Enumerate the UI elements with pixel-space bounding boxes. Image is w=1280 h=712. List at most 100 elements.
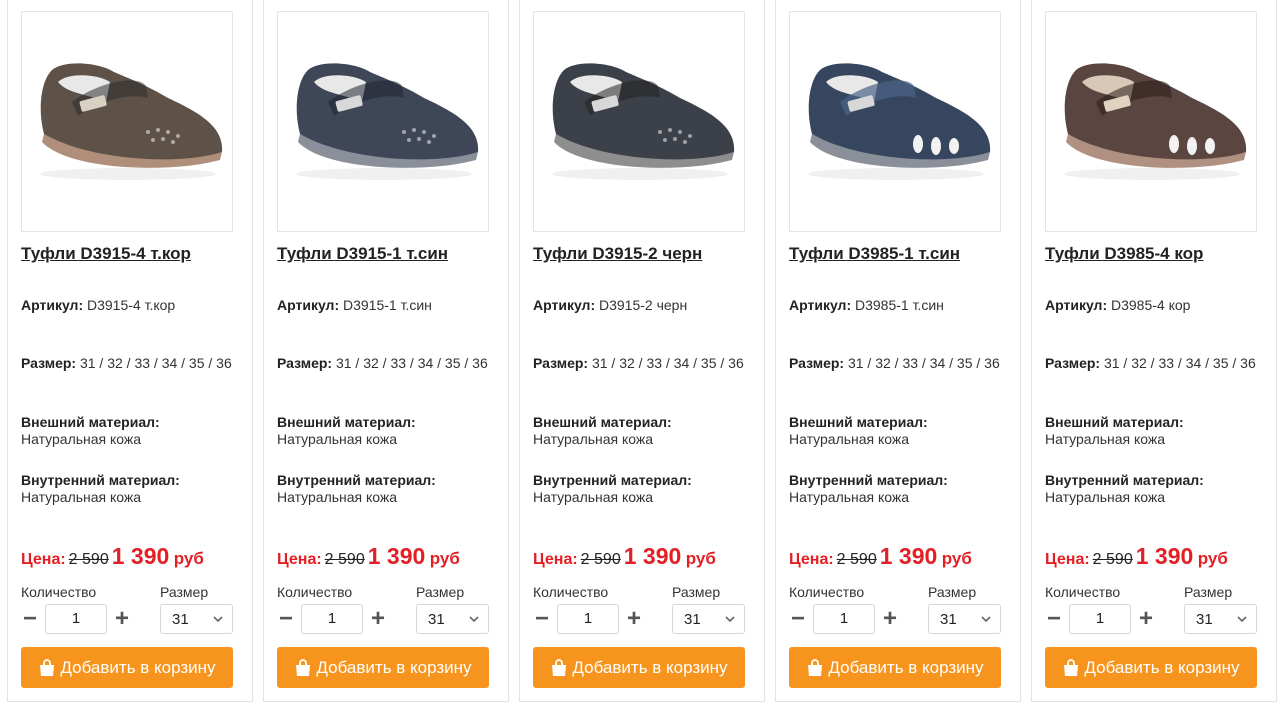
- quantity-label: Количество: [533, 584, 609, 600]
- increment-button[interactable]: +: [113, 604, 131, 634]
- decrement-button[interactable]: −: [21, 604, 39, 634]
- product-article: Артикул: D3985-4 кор: [1045, 297, 1260, 314]
- add-to-cart-label: Добавить в корзину: [316, 657, 472, 677]
- decrement-button[interactable]: −: [789, 604, 807, 634]
- size-select-label: Размер: [160, 584, 209, 600]
- size-select-value: 31: [684, 611, 701, 628]
- product-article: Артикул: D3915-1 т.син: [277, 297, 492, 314]
- quantity-input[interactable]: 1: [557, 604, 619, 634]
- increment-button[interactable]: +: [1137, 604, 1155, 634]
- shoe-image: [296, 63, 479, 180]
- outer-label: Внешний материал:: [533, 414, 672, 430]
- increment-button[interactable]: +: [625, 604, 643, 634]
- product-article: Артикул: D3915-2 черн: [533, 297, 748, 314]
- new-price: 1 390: [1135, 543, 1194, 569]
- increment-button[interactable]: +: [369, 604, 387, 634]
- add-to-cart-button[interactable]: Добавить в корзину: [789, 647, 1001, 688]
- quantity-input[interactable]: 1: [301, 604, 363, 634]
- decrement-button[interactable]: −: [1045, 604, 1063, 634]
- product-image[interactable]: [21, 11, 233, 232]
- quantity-input[interactable]: 1: [813, 604, 875, 634]
- product-card: Туфли D3915-1 т.син Артикул: D3915-1 т.с…: [263, 0, 509, 702]
- size-select[interactable]: 31: [672, 604, 745, 634]
- inner-label: Внутренний материал:: [1045, 472, 1204, 488]
- sizes-value: 31 / 32 / 33 / 34 / 35 / 36: [335, 355, 488, 371]
- size-select-label: Размер: [1184, 584, 1233, 600]
- increment-button[interactable]: +: [881, 604, 899, 634]
- quantity-label: Количество: [1045, 584, 1121, 600]
- chevron-down-icon: [213, 616, 223, 623]
- inner-label: Внутренний материал:: [21, 472, 180, 488]
- article-value: D3915-4 т.кор: [87, 297, 176, 313]
- decrement-button[interactable]: −: [277, 604, 295, 634]
- product-card: Туфли D3915-4 т.кор Артикул: D3915-4 т.к…: [7, 0, 253, 702]
- outer-material: Внешний материал: Натуральная кожа: [789, 414, 1004, 448]
- article-value: D3985-4 кор: [1111, 297, 1191, 313]
- quantity-stepper: − 1 +: [277, 604, 387, 634]
- size-select-label: Размер: [672, 584, 721, 600]
- product-title[interactable]: Туфли D3915-1 т.син: [277, 244, 448, 264]
- product-title[interactable]: Туфли D3985-4 кор: [1045, 244, 1203, 264]
- old-price: 2 590: [1092, 551, 1133, 568]
- size-select[interactable]: 31: [160, 604, 233, 634]
- article-label: Артикул:: [533, 297, 596, 313]
- inner-label: Внутренний материал:: [789, 472, 948, 488]
- outer-value: Натуральная кожа: [21, 431, 142, 447]
- product-title[interactable]: Туфли D3915-4 т.кор: [21, 244, 191, 264]
- outer-value: Натуральная кожа: [277, 431, 398, 447]
- new-price: 1 390: [367, 543, 426, 569]
- inner-value: Натуральная кожа: [277, 489, 398, 505]
- product-article: Артикул: D3985-1 т.син: [789, 297, 1004, 314]
- product-grid: Туфли D3915-4 т.кор Артикул: D3915-4 т.к…: [0, 0, 1280, 712]
- currency: руб: [941, 549, 972, 568]
- new-price: 1 390: [111, 543, 170, 569]
- price-block: Цена: 2 590 1 390 руб: [533, 543, 716, 570]
- decrement-button[interactable]: −: [533, 604, 551, 634]
- add-to-cart-label: Добавить в корзину: [828, 657, 984, 677]
- product-title[interactable]: Туфли D3985-1 т.син: [789, 244, 960, 264]
- product-sizes: Размер: 31 / 32 / 33 / 34 / 35 / 36: [277, 355, 492, 372]
- product-image[interactable]: [533, 11, 745, 232]
- add-to-cart-label: Добавить в корзину: [1084, 657, 1240, 677]
- shoe-image: [552, 63, 735, 180]
- old-price: 2 590: [68, 551, 109, 568]
- add-to-cart-label: Добавить в корзину: [572, 657, 728, 677]
- quantity-label: Количество: [789, 584, 865, 600]
- old-price: 2 590: [580, 551, 621, 568]
- size-select[interactable]: 31: [928, 604, 1001, 634]
- quantity-input[interactable]: 1: [1069, 604, 1131, 634]
- sizes-value: 31 / 32 / 33 / 34 / 35 / 36: [79, 355, 232, 371]
- product-image[interactable]: [277, 11, 489, 232]
- price-block: Цена: 2 590 1 390 руб: [277, 543, 460, 570]
- quantity-label: Количество: [277, 584, 353, 600]
- add-to-cart-label: Добавить в корзину: [60, 657, 216, 677]
- size-select-value: 31: [940, 611, 957, 628]
- currency: руб: [1197, 549, 1228, 568]
- new-price: 1 390: [879, 543, 938, 569]
- old-price: 2 590: [324, 551, 365, 568]
- add-to-cart-button[interactable]: Добавить в корзину: [533, 647, 745, 688]
- outer-value: Натуральная кожа: [789, 431, 910, 447]
- quantity-input[interactable]: 1: [45, 604, 107, 634]
- quantity-stepper: − 1 +: [21, 604, 131, 634]
- add-to-cart-button[interactable]: Добавить в корзину: [21, 647, 233, 688]
- size-label: Размер:: [21, 355, 77, 371]
- product-title[interactable]: Туфли D3915-2 черн: [533, 244, 702, 264]
- price-block: Цена: 2 590 1 390 руб: [789, 543, 972, 570]
- size-select-value: 31: [428, 611, 445, 628]
- outer-value: Натуральная кожа: [1045, 431, 1166, 447]
- size-select[interactable]: 31: [416, 604, 489, 634]
- product-image[interactable]: [1045, 11, 1257, 232]
- add-to-cart-button[interactable]: Добавить в корзину: [1045, 647, 1257, 688]
- inner-label: Внутренний материал:: [277, 472, 436, 488]
- sizes-value: 31 / 32 / 33 / 34 / 35 / 36: [1103, 355, 1256, 371]
- product-card: Туфли D3915-2 черн Артикул: D3915-2 черн…: [519, 0, 765, 702]
- product-image[interactable]: [789, 11, 1001, 232]
- shopping-bag-icon: [296, 658, 311, 676]
- outer-material: Внешний материал: Натуральная кожа: [1045, 414, 1260, 448]
- article-label: Артикул:: [21, 297, 84, 313]
- add-to-cart-button[interactable]: Добавить в корзину: [277, 647, 489, 688]
- shoe-image: [40, 63, 223, 180]
- size-select[interactable]: 31: [1184, 604, 1257, 634]
- inner-label: Внутренний материал:: [533, 472, 692, 488]
